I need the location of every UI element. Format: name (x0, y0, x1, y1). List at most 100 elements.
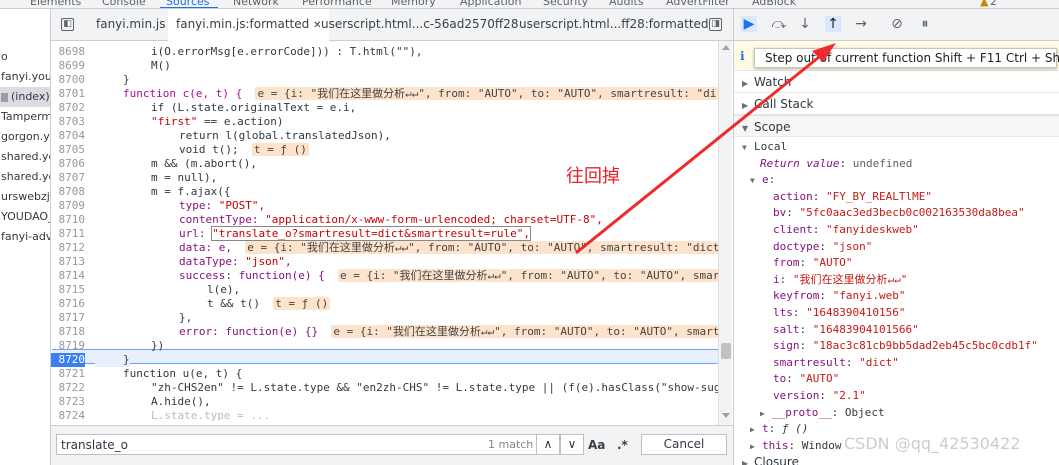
code-line: 8698 i(O.errorMsg[e.errorCode])) : T.html… (58, 45, 423, 58)
inline-value: e = {i: "我们在这里做分析↵↵", from: "AUTO", to: … (331, 325, 718, 338)
step-out-icon[interactable]: ↑ (825, 16, 841, 32)
step-icon[interactable]: → (853, 16, 869, 32)
code-line: 8709 type: "POST", (58, 199, 266, 212)
inline-value: e = {i: "我们在这里做分析↵↵", from: "AUTO", to: … (255, 87, 718, 100)
search-match: "translate_o?smartresult=dict&smartresul… (211, 226, 532, 241)
code-line: 8711 url: "translate_o?smartresult=dict&s… (58, 226, 532, 241)
tab-memory[interactable]: Memory (391, 0, 436, 8)
code-editor[interactable]: 8698 i(O.errorMsg[e.errorCode])) : T.html… (51, 41, 718, 425)
inline-value: e = {i: "我们在这里做分析↵↵", from: "AUTO", to: … (337, 269, 718, 282)
warning-icon[interactable]: ▲ (980, 0, 988, 8)
scope-closure[interactable]: ▶ Closure (734, 454, 1059, 465)
code-line: 8701 function c(e, t) { e = {i: "我们在这里做分析… (58, 87, 718, 100)
search-input[interactable]: translate_o (56, 434, 537, 455)
code-line: 8722 "zh-CHS2en" != L.state.type && "en2z… (58, 381, 719, 394)
code-line: 8702 if (L.state.originalText = e.i, (58, 101, 357, 114)
deactivate-breakpoints-icon[interactable]: ⊘ (889, 16, 905, 32)
triangle-right-icon: ▶ (750, 441, 755, 451)
tab-performance[interactable]: Performance (302, 0, 372, 8)
file-icon (1, 92, 8, 102)
tab-fanyi-min-js-formatted[interactable]: fanyi.min.js:formatted ✕ (168, 9, 330, 41)
tab-console[interactable]: Console (102, 0, 146, 8)
triangle-right-icon: ▶ (750, 425, 755, 435)
pause-on-exceptions-icon[interactable]: ⏸ (917, 16, 933, 32)
prop-row: smartresult: "dict" (773, 355, 899, 369)
scrollbar-thumb[interactable] (721, 343, 731, 359)
tab-adblock[interactable]: AdBlock (752, 0, 796, 8)
tab-userscript-1[interactable]: userscript.html...c-56ad2570ff28 (313, 9, 526, 40)
proto-row[interactable]: ▶ __proto__: Object (734, 405, 1059, 422)
navigator-item[interactable]: YOUDAO_ (0, 207, 50, 227)
navigator-item[interactable]: fanyi-adve (0, 227, 50, 247)
code-line: 8705 void t(); t = ƒ () (58, 143, 309, 156)
return-value-row: Return value: undefined (760, 156, 913, 170)
scroll-down-icon[interactable] (722, 413, 730, 418)
scope-local[interactable]: ▼ Local (734, 139, 1059, 156)
prop-row: lts: "1648390410156" (773, 305, 906, 319)
warning-count: 2 (990, 0, 997, 8)
tab-security[interactable]: Security (543, 0, 588, 8)
navigator-item[interactable]: shared.yd (0, 147, 50, 167)
resume-icon[interactable]: ▶ (741, 16, 757, 32)
triangle-right-icon: ▶ (742, 79, 749, 88)
prop-row: keyfrom: "fanyi.web" (773, 289, 906, 303)
editor-tabs: ◧ fanyi.min.js fanyi.min.js:formatted ✕ … (51, 9, 733, 41)
editor-scrollbar[interactable] (718, 41, 732, 425)
navigator-item[interactable]: gorgon.yo (0, 127, 50, 147)
previous-match-button[interactable]: ∧ (536, 434, 560, 455)
section-call-stack[interactable]: ▶ Call Stack (734, 93, 1059, 115)
code-line: 8718 error: function(e) {} e = {i: "我们在这里… (51, 325, 718, 339)
toggle-navigator-icon[interactable]: ◧ (61, 18, 74, 31)
toggle-debugger-icon[interactable]: ◨ (709, 18, 722, 31)
tab-advertfilter[interactable]: AdvertFilter (666, 0, 730, 8)
prop-row: version: "2.1" (773, 388, 866, 402)
devtools-panel-tabs: Elements Console Sources Network Perform… (0, 0, 1059, 9)
var-e-row[interactable]: ▼ e: (734, 172, 1059, 189)
navigator-item[interactable]: shared.yd (0, 167, 50, 187)
prop-row: client: "fanyideskweb" (773, 222, 919, 236)
navigator-item[interactable]: fanyi.youd (0, 67, 50, 87)
code-line: 8723 A.hide(), (58, 395, 211, 408)
triangle-down-icon: ▼ (750, 176, 755, 186)
search-bar: translate_o 1 match ∧ ∨ Aa .* Cancel (51, 425, 733, 465)
step-into-icon[interactable]: ↓ (797, 16, 813, 32)
prop-row: to: "AUTO" (773, 372, 840, 386)
tab-audits[interactable]: Audits (609, 0, 644, 8)
navigator-item[interactable]: o (0, 47, 50, 67)
next-match-button[interactable]: ∨ (560, 434, 584, 455)
tab-elements[interactable]: Elements (30, 0, 81, 8)
regex-toggle[interactable]: .* (617, 438, 628, 452)
section-scope[interactable]: ▼ Scope (734, 115, 1059, 137)
tab-fanyi-min-js[interactable]: fanyi.min.js (88, 9, 173, 40)
code-line: 8721 function u(e, t) { (58, 367, 243, 380)
debugger-sidebar: ▶ ⤼ ↓ ↑ → ⊘ ⏸ Step out of current functi… (733, 9, 1059, 465)
prop-row: i: "我们在这里做分析↵↵" (773, 272, 908, 286)
section-watch[interactable]: ▶ Watch (734, 71, 1059, 93)
breakpoint-marker[interactable]: 8720 (51, 353, 85, 367)
tab-application[interactable]: Application (460, 0, 521, 8)
triangle-down-icon: ▼ (742, 143, 747, 152)
tab-network[interactable]: Network (233, 0, 279, 8)
file-navigator: o fanyi.youd (index) Tamperm gorgon.yo s… (0, 9, 51, 465)
breakpoint-line: 8720} (51, 353, 718, 367)
code-line: 8719}) (58, 339, 165, 352)
code-line: 8710 contentType: "application/x-www-form… (58, 213, 603, 226)
code-line: 8712 data: e, e = {i: "我们在这里做分析↵↵", from:… (51, 241, 718, 255)
code-line: 8714 success: function(e) { e = {i: "我们在这… (51, 269, 718, 283)
inline-value: t = ƒ () (251, 143, 309, 156)
scroll-up-icon[interactable] (722, 45, 730, 50)
code-line: 8724 L.state.type = ... (58, 409, 271, 422)
prop-row: from: "AUTO" (773, 256, 853, 270)
triangle-right-icon: ▶ (742, 101, 749, 110)
debugger-toolbar: ▶ ⤼ ↓ ↑ → ⊘ ⏸ (734, 9, 1059, 41)
match-count: 1 match (488, 438, 534, 451)
step-over-icon[interactable]: ⤼ (771, 16, 787, 32)
navigator-item-index[interactable]: (index) (0, 87, 50, 107)
watermark: CSDN @qq_42530422 (844, 434, 1021, 453)
match-case-toggle[interactable]: Aa (588, 438, 605, 452)
tab-userscript-2[interactable]: userscript.html...ff28:formatted (511, 9, 717, 40)
code-line: 8716 t && t() t = ƒ () (58, 297, 331, 310)
navigator-item[interactable]: Tamperm (0, 107, 50, 127)
cancel-button[interactable]: Cancel (641, 434, 727, 455)
navigator-item[interactable]: urswebzj. (0, 187, 50, 207)
